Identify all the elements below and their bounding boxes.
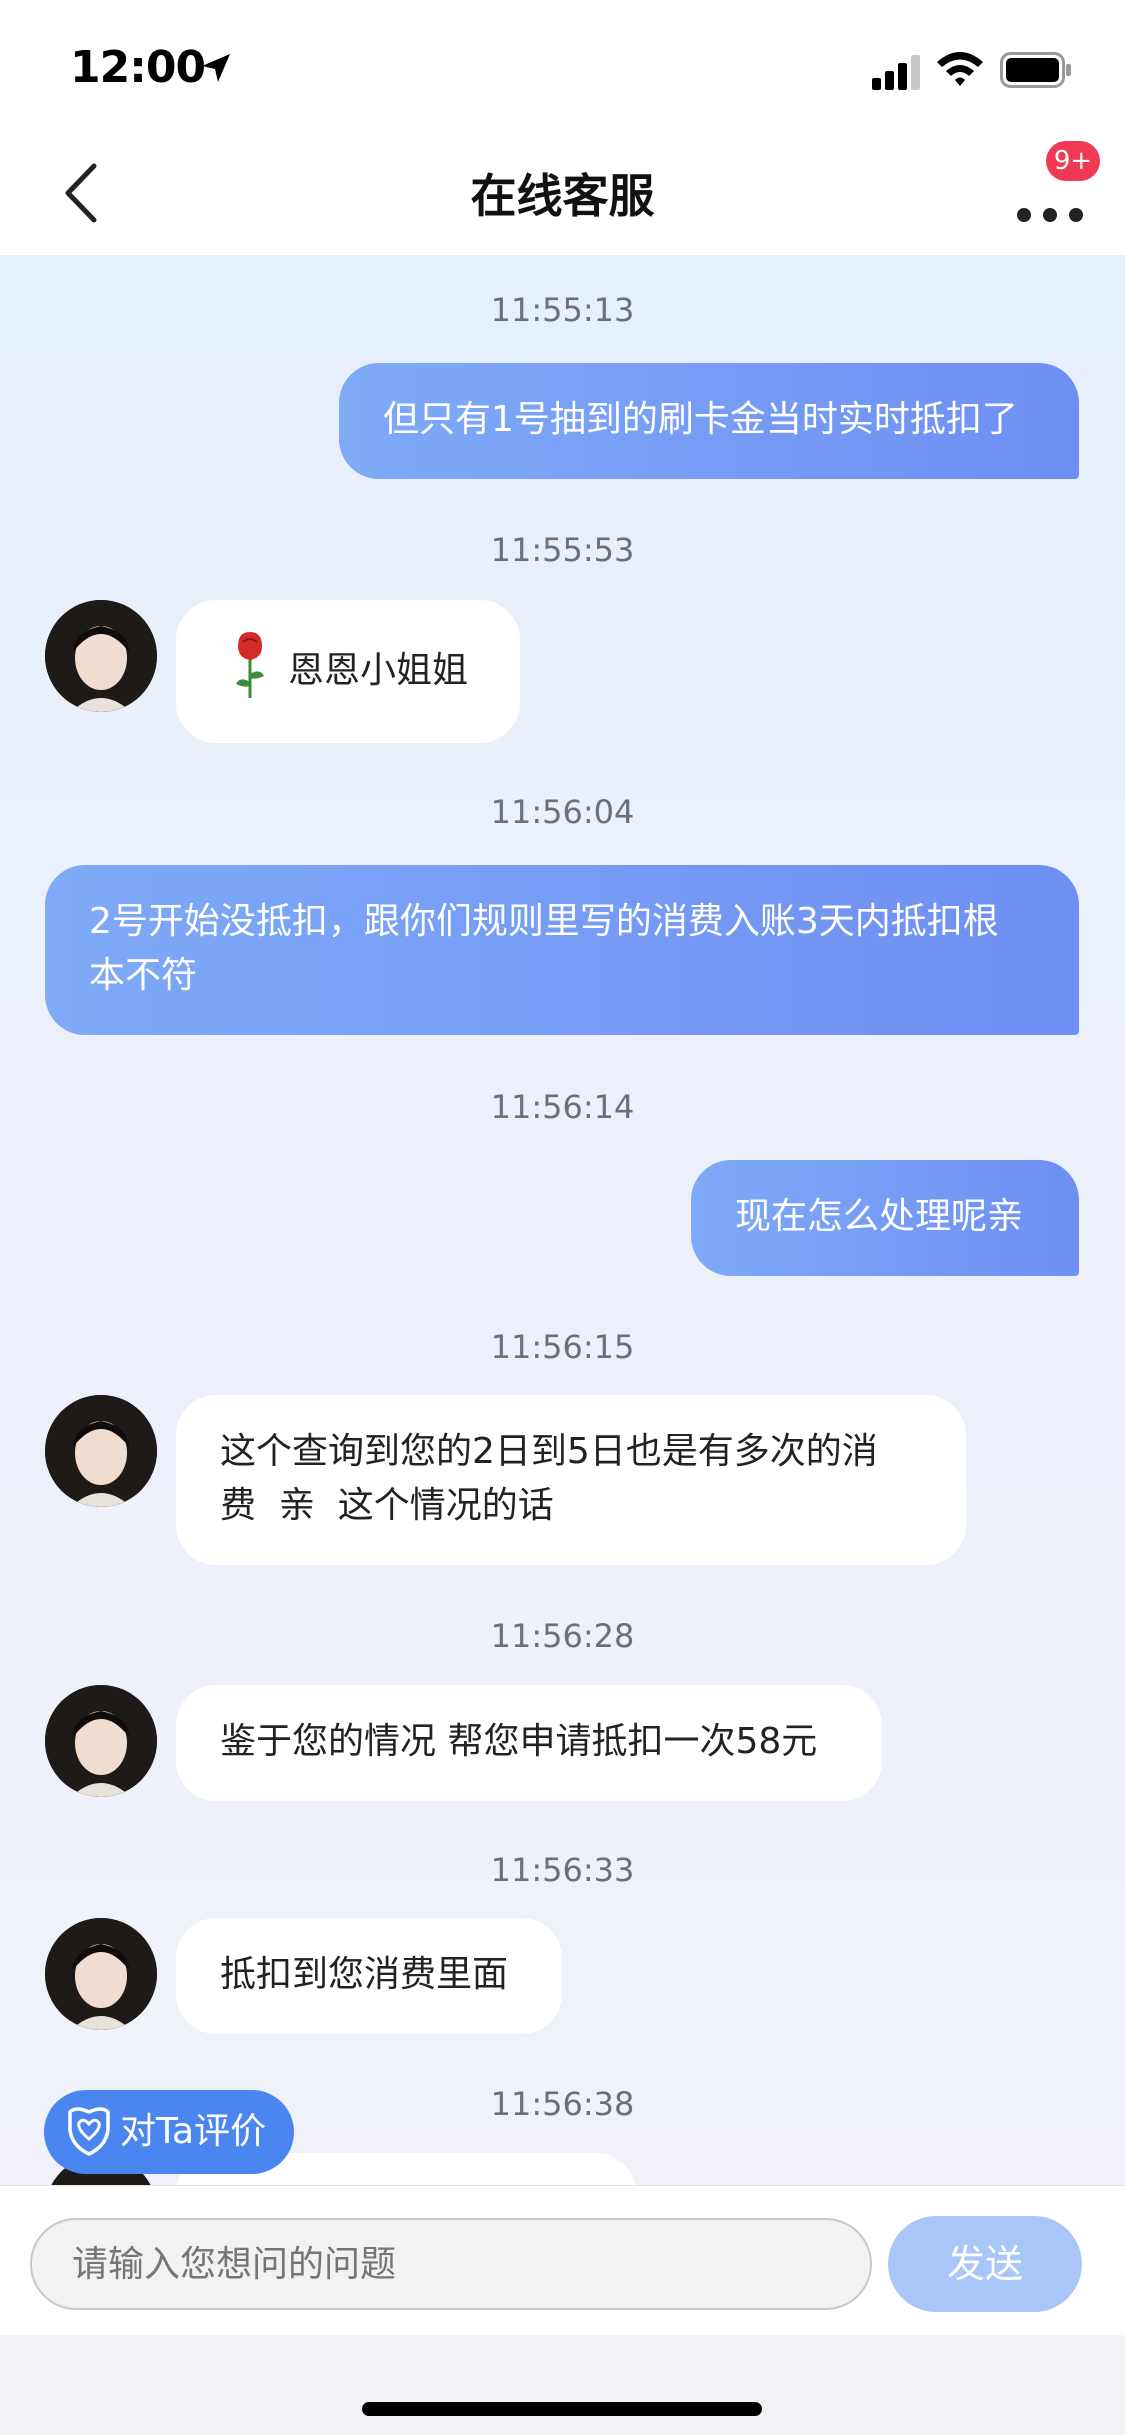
message-text: 抵扣到您消费里面 <box>220 1954 509 1995</box>
home-indicator[interactable] <box>362 2402 762 2416</box>
user-message-bubble: 现在怎么处理呢亲 <box>691 1160 1079 1276</box>
message-input[interactable] <box>30 2218 872 2310</box>
message-timestamp: 11:56:33 <box>490 1851 635 1889</box>
message-text: 恩恩小姐姐 <box>288 650 469 691</box>
chat-area[interactable]: 11:55:13 但只有1号抽到的刷卡金当时实时抵扣了 11:55:53 恩恩小… <box>0 255 1125 2185</box>
send-button[interactable]: 发送 <box>888 2216 1082 2312</box>
user-message-bubble: 但只有1号抽到的刷卡金当时实时抵扣了 <box>339 363 1079 479</box>
status-time: 12:00 <box>70 42 206 93</box>
message-timestamp: 11:55:53 <box>490 531 635 569</box>
cellular-signal-icon <box>872 55 920 90</box>
status-bar: 12:00 <box>0 0 1125 130</box>
message-text-line: 这个查询到您的2日到5日也是有多次的消 <box>220 1431 878 1472</box>
page-title: 在线客服 <box>470 169 655 223</box>
rate-button-label: 对Ta评价 <box>120 2111 267 2152</box>
agent-avatar <box>45 1395 157 1507</box>
agent-message-bubble: 这个查询到您的2日到5日也是有多次的消 费 亲 这个情况的话 <box>176 1395 966 1565</box>
agent-message-bubble: 抵扣到您消费里面 <box>176 1918 562 2034</box>
home-indicator-area <box>0 2335 1125 2435</box>
input-bar: 发送 <box>0 2185 1125 2336</box>
rate-agent-button[interactable]: 对Ta评价 <box>44 2090 294 2174</box>
user-message-bubble: 2号开始没抵扣，跟你们规则里写的消费入账3天内抵扣根 本不符 <box>45 865 1079 1035</box>
message-timestamp: 11:56:04 <box>490 793 635 831</box>
message-timestamp: 11:56:15 <box>490 1328 635 1366</box>
agent-avatar <box>45 600 157 712</box>
message-text-line: 费 亲 这个情况的话 <box>220 1485 554 1526</box>
location-arrow-icon <box>202 54 230 82</box>
message-text-line: 本不符 <box>89 955 198 996</box>
notification-badge: 9+ <box>1046 141 1100 181</box>
nav-bar: 在线客服 <box>0 130 1125 255</box>
agent-avatar <box>45 1918 157 2030</box>
wifi-icon <box>937 52 983 86</box>
message-text: 现在怎么处理呢亲 <box>735 1196 1024 1237</box>
heart-shield-icon <box>68 2107 110 2156</box>
message-text-line: 2号开始没抵扣，跟你们规则里写的消费入账3天内抵扣根 <box>89 901 999 942</box>
agent-message-bubble: 恩恩小姐姐 <box>176 600 520 743</box>
message-text: 鉴于您的情况 帮您申请抵扣一次58元 <box>220 1721 818 1762</box>
message-text: 但只有1号抽到的刷卡金当时实时抵扣了 <box>383 399 1018 440</box>
agent-message-bubble: 鉴于您的情况 帮您申请抵扣一次58元 <box>176 1685 882 1801</box>
battery-icon <box>1000 52 1071 88</box>
rose-icon <box>236 632 264 698</box>
message-timestamp: 11:56:14 <box>490 1088 635 1126</box>
message-timestamp: 11:55:13 <box>490 291 635 329</box>
message-timestamp: 11:56:28 <box>490 1617 635 1655</box>
agent-avatar <box>45 1685 157 1797</box>
